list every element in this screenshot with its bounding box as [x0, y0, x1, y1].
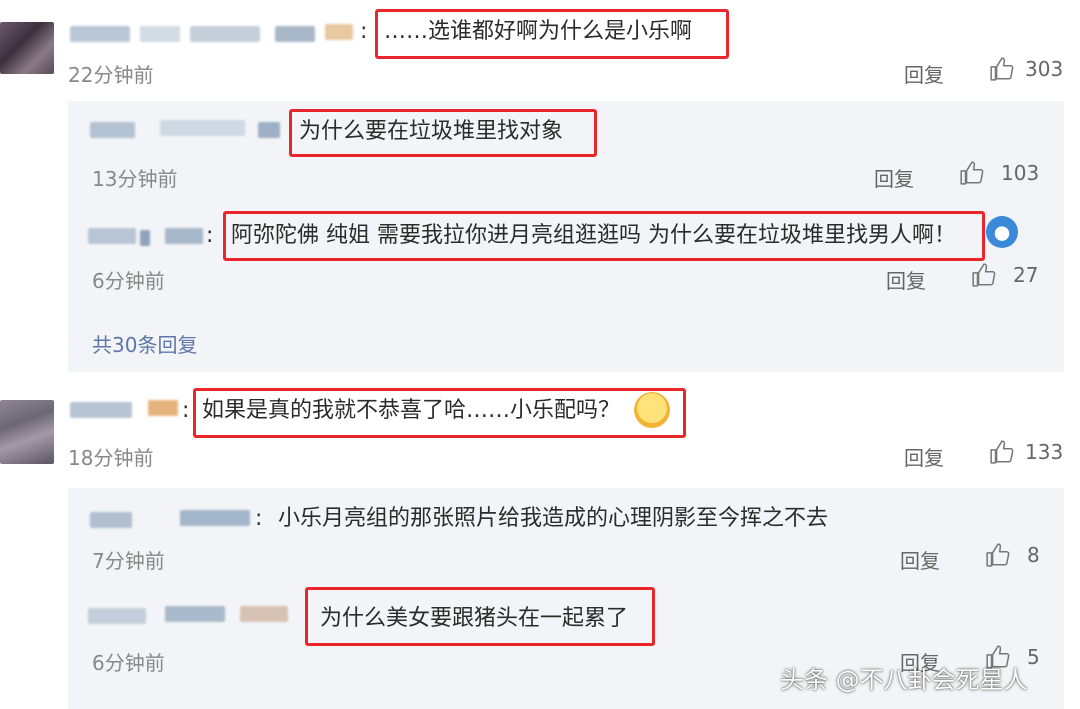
avatar[interactable] — [0, 22, 54, 74]
reply-button[interactable]: 回复 — [904, 442, 944, 471]
colon: : — [206, 223, 214, 248]
comment-time: 18分钟前 — [68, 446, 154, 470]
like-button[interactable]: 133 — [989, 439, 1063, 465]
reply-text: 小乐月亮组的那张照片给我造成的心理阴影至今挥之不去 — [278, 506, 829, 531]
reply-button[interactable]: 回复 — [886, 265, 926, 294]
colon: : — [255, 506, 263, 531]
more-replies-link[interactable]: 共30条回复 — [92, 329, 197, 358]
reply-time: 6分钟前 — [92, 651, 165, 675]
like-count: 103 — [1001, 161, 1040, 185]
reply-time: 7分钟前 — [92, 549, 165, 573]
watermark: 头条 @不八卦会死星人 — [780, 666, 1028, 694]
highlight-box — [375, 9, 729, 59]
reply-button[interactable]: 回复 — [874, 163, 914, 192]
like-count: 8 — [1027, 543, 1040, 567]
colon: : — [182, 398, 190, 423]
thumbs-up-icon — [990, 57, 1014, 81]
comment-time: 22分钟前 — [68, 63, 154, 87]
like-count: 133 — [1025, 440, 1064, 464]
highlight-box — [305, 587, 655, 646]
reply-time: 13分钟前 — [92, 167, 178, 191]
highlight-box — [193, 388, 686, 438]
like-button[interactable]: 8 — [985, 542, 1040, 568]
thumbs-up-icon — [972, 263, 996, 287]
like-button[interactable]: 27 — [971, 262, 1038, 288]
reply-button[interactable]: 回复 — [904, 59, 944, 88]
like-count: 5 — [1027, 645, 1040, 669]
thumbs-up-icon — [960, 161, 984, 185]
thumbs-up-icon — [990, 440, 1014, 464]
highlight-box — [223, 211, 985, 261]
reply-button[interactable]: 回复 — [900, 545, 940, 574]
emoji-icon — [986, 216, 1018, 248]
like-count: 303 — [1025, 57, 1064, 81]
emoji-icon — [634, 392, 670, 428]
thumbs-up-icon — [986, 543, 1010, 567]
highlight-box — [289, 109, 597, 157]
avatar[interactable] — [0, 400, 54, 464]
colon: : — [360, 19, 368, 44]
like-count: 27 — [1013, 263, 1039, 287]
like-button[interactable]: 103 — [959, 160, 1039, 186]
like-button[interactable]: 303 — [989, 56, 1063, 82]
reply-time: 6分钟前 — [92, 269, 165, 293]
